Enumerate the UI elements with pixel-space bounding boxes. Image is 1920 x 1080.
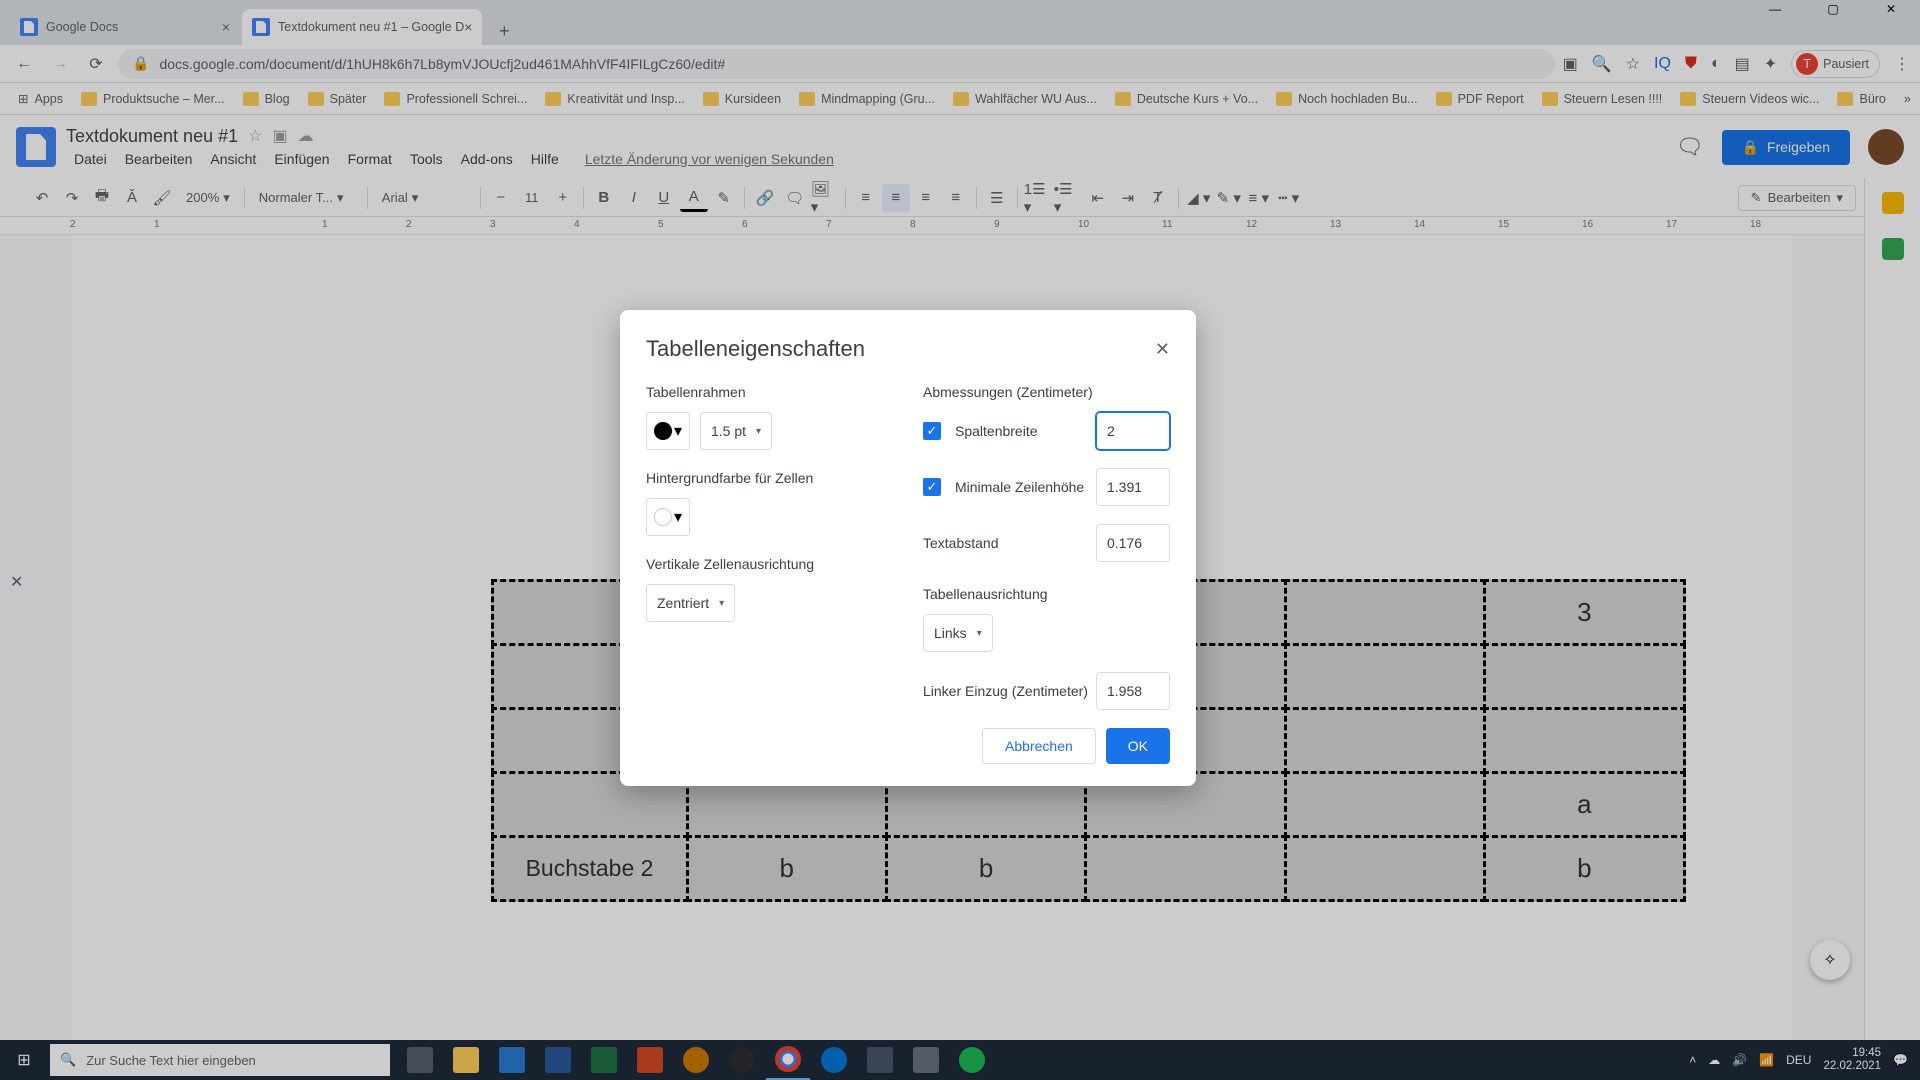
window-controls: — ▢ ✕ (1746, 0, 1920, 17)
table-align-select[interactable]: Links (923, 614, 993, 652)
section-label: Tabellenausrichtung (923, 586, 1170, 602)
left-indent-input[interactable]: 1.958 (1096, 672, 1170, 710)
field-label: Linker Einzug (Zentimeter) (923, 683, 1088, 699)
cancel-button[interactable]: Abbrechen (982, 728, 1096, 764)
cell-bgcolor-select[interactable]: ▾ (646, 498, 690, 536)
close-dialog-button[interactable]: ✕ (1155, 339, 1170, 360)
close-window-button[interactable]: ✕ (1862, 0, 1920, 17)
border-color-select[interactable]: ▾ (646, 412, 690, 450)
field-label: Minimale Zeilenhöhe (955, 479, 1084, 495)
section-label: Hintergrundfarbe für Zellen (646, 470, 893, 486)
row-height-checkbox[interactable]: ✓ (923, 478, 941, 496)
cell-padding-input[interactable]: 0.176 (1096, 524, 1170, 562)
dialog-title: Tabelleneigenschaften (646, 336, 865, 362)
table-properties-dialog: Tabelleneigenschaften ✕ Tabellenrahmen ▾… (620, 310, 1196, 786)
border-width-select[interactable]: 1.5 pt (700, 412, 772, 450)
column-width-input[interactable]: 2 (1096, 412, 1170, 450)
section-label: Abmessungen (Zentimeter) (923, 384, 1170, 400)
row-height-input[interactable]: 1.391 (1096, 468, 1170, 506)
ok-button[interactable]: OK (1106, 728, 1170, 764)
column-width-checkbox[interactable]: ✓ (923, 422, 941, 440)
field-label: Textabstand (923, 535, 999, 551)
section-label: Vertikale Zellenausrichtung (646, 556, 893, 572)
section-label: Tabellenrahmen (646, 384, 893, 400)
field-label: Spaltenbreite (955, 423, 1038, 439)
vertical-align-select[interactable]: Zentriert (646, 584, 735, 622)
maximize-button[interactable]: ▢ (1804, 0, 1862, 17)
minimize-button[interactable]: — (1746, 0, 1804, 17)
